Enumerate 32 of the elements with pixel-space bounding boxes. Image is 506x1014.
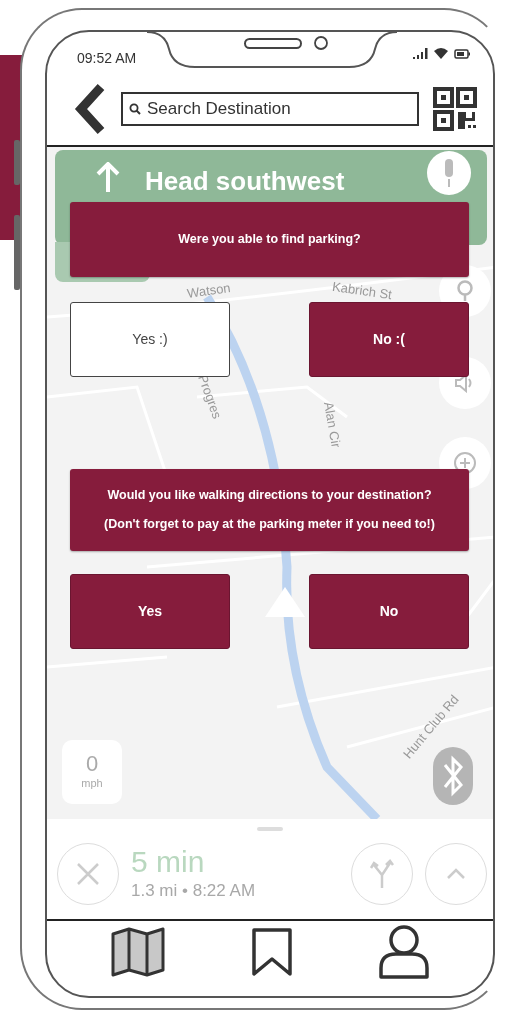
map-tab[interactable] — [109, 925, 166, 978]
street-label: Kabrich St — [330, 277, 394, 305]
speed-value: 0 — [85, 752, 99, 775]
answer-button[interactable]: Yes :) — [70, 302, 230, 377]
chevron-up-icon — [446, 868, 466, 880]
message-text: (Don't forget to pay at the parking meter if you need to!) — [104, 516, 435, 533]
status-time: 09:52 AM — [77, 49, 137, 68]
speed-unit: mph — [81, 775, 103, 791]
microphone-icon — [442, 159, 456, 187]
bookmark-tab[interactable] — [251, 926, 293, 977]
close-icon — [75, 861, 101, 887]
street-label: Watson — [185, 279, 232, 303]
back-button[interactable] — [73, 82, 107, 135]
message-text: Were you able to find parking? — [178, 231, 361, 249]
search-field[interactable]: Search Destination — [121, 91, 419, 126]
profile-tab[interactable] — [378, 923, 431, 980]
up-arrow-icon — [95, 162, 121, 192]
search-icon — [129, 102, 141, 115]
trip-duration: 5 min — [131, 844, 206, 878]
status-icons — [413, 46, 471, 60]
trip-details: 1.3 mi • 8:22 AM — [131, 879, 257, 902]
qr-code-button[interactable] — [433, 86, 477, 131]
street-label: Alan Cir — [319, 400, 345, 450]
answer-button[interactable]: No — [309, 574, 469, 649]
drag-handle[interactable] — [257, 827, 283, 831]
answer-button[interactable]: No :( — [309, 302, 469, 377]
answer-button[interactable]: Yes — [70, 574, 230, 649]
message-text: Would you like walking directions to your destination? — [107, 487, 432, 505]
search-icon — [456, 280, 474, 302]
direction-text: Head southwest — [145, 165, 345, 198]
fork-arrows-icon — [369, 859, 395, 889]
plus-icon — [453, 451, 477, 475]
